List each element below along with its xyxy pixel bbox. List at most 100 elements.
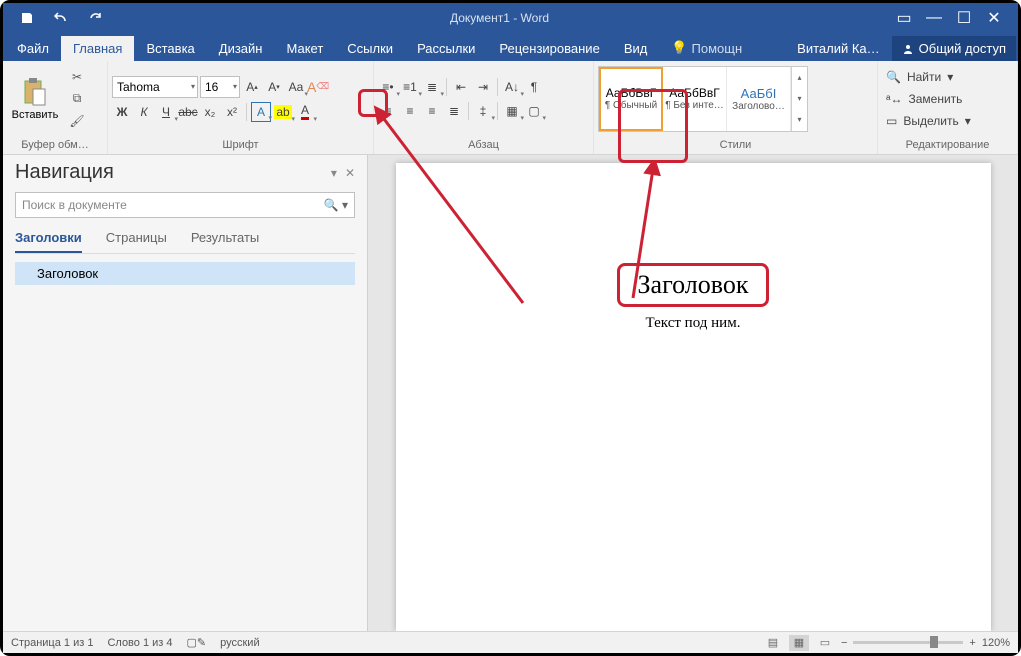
select-button[interactable]: ▭Выделить ▾ [882,111,975,131]
numbering-icon[interactable]: ≡1 [400,77,420,97]
align-left-icon[interactable]: ≡ [378,101,398,121]
select-label: Выделить [903,114,958,128]
nav-tab-results[interactable]: Результаты [191,230,259,253]
tab-design[interactable]: Дизайн [207,36,275,61]
show-marks-icon[interactable]: ¶ [524,77,544,97]
status-words[interactable]: Слово 1 из 4 [107,637,172,649]
status-language[interactable]: русский [220,637,259,649]
ribbon-options-icon[interactable]: ▭ [890,7,918,29]
nav-tab-headings[interactable]: Заголовки [15,230,82,253]
group-clipboard: Вставить ✂ ⧉ 🖌 Буфер обм… [3,61,108,154]
replace-button[interactable]: ᵃ↔Заменить [882,89,975,109]
editing-title: Редактирование [878,136,1017,154]
zoom-value[interactable]: 120% [982,637,1010,649]
minimize-icon[interactable]: — [920,7,948,29]
account-user[interactable]: Виталий Ка… [785,36,892,61]
zoom-in-icon[interactable]: + [969,637,975,649]
redo-icon[interactable] [81,7,109,29]
nav-search-input[interactable]: Поиск в документе 🔍 ▾ [15,192,355,218]
paragraph-title: Абзац [374,136,593,154]
page[interactable]: Заголовок Текст под ним. [396,163,991,631]
style-heading1[interactable]: АаБбІ Заголово… [727,67,791,131]
style-preview: АаБбВвГ [606,86,656,100]
nav-close-icon[interactable]: ✕ [345,166,355,180]
shrink-font-icon[interactable]: A▾ [264,77,284,97]
style-label: ¶ Обычный [605,100,657,111]
nav-tab-pages[interactable]: Страницы [106,230,167,253]
share-label: Общий доступ [919,41,1006,56]
tab-layout[interactable]: Макет [274,36,335,61]
highlight-icon[interactable]: ab [273,102,293,122]
underline-button[interactable]: Ч [156,102,176,122]
tell-me[interactable]: 💡 Помощн [659,35,754,61]
style-preview: АаБбВвГ [669,86,719,100]
paste-icon [22,77,48,107]
group-font: Tahoma▾ 16▾ A▴ A▾ Aa A⌫ Ж К Ч abc x₂ x² … [108,61,374,154]
paste-button[interactable]: Вставить [7,66,63,132]
maximize-icon[interactable]: ☐ [950,7,978,29]
group-editing: 🔍Найти ▾ ᵃ↔Заменить ▭Выделить ▾ Редактир… [878,61,1018,154]
zoom-out-icon[interactable]: − [841,637,847,649]
save-icon[interactable] [13,7,41,29]
view-read-icon[interactable]: ▤ [763,635,783,651]
nav-dropdown-icon[interactable]: ▾ [331,166,337,180]
nav-title: Навигация ▾✕ [15,161,355,184]
justify-icon[interactable]: ≣ [444,101,464,121]
tab-insert[interactable]: Вставка [134,36,206,61]
document-body[interactable]: Текст под ним. [456,315,931,332]
superscript-button[interactable]: x² [222,102,242,122]
cut-icon[interactable]: ✂ [65,67,89,87]
change-case-icon[interactable]: Aa [286,77,306,97]
share-button[interactable]: Общий доступ [892,36,1016,61]
sort-icon[interactable]: A↓ [502,77,522,97]
tab-mailings[interactable]: Рассылки [405,36,487,61]
tab-home[interactable]: Главная [61,36,134,61]
styles-more[interactable]: ▴▾▾ [791,67,807,131]
nav-tree-item[interactable]: Заголовок [15,262,355,285]
bullets-icon[interactable]: ≡• [378,77,398,97]
search-icon[interactable]: 🔍 ▾ [324,198,348,212]
align-right-icon[interactable]: ≡ [422,101,442,121]
font-title: Шрифт [108,136,373,154]
format-painter-icon[interactable]: 🖌 [65,111,89,131]
multilevel-list-icon[interactable]: ≣ [422,77,442,97]
find-label: Найти [907,70,941,84]
find-button[interactable]: 🔍Найти ▾ [882,67,975,87]
subscript-button[interactable]: x₂ [200,102,220,122]
undo-icon[interactable] [47,7,75,29]
tell-me-label: Помощн [692,41,743,56]
tab-file[interactable]: Файл [5,36,61,61]
status-page[interactable]: Страница 1 из 1 [11,637,93,649]
align-center-icon[interactable]: ≡ [400,101,420,121]
tab-view[interactable]: Вид [612,36,660,61]
decrease-indent-icon[interactable]: ⇤ [451,77,471,97]
increase-indent-icon[interactable]: ⇥ [473,77,493,97]
navigation-pane: Навигация ▾✕ Поиск в документе 🔍 ▾ Загол… [3,155,368,631]
tab-references[interactable]: Ссылки [335,36,405,61]
grow-font-icon[interactable]: A▴ [242,77,262,97]
strikethrough-button[interactable]: abc [178,102,198,122]
clipboard-title: Буфер обм… [3,136,107,154]
font-name-combo[interactable]: Tahoma▾ [112,76,198,98]
font-size-combo[interactable]: 16▾ [200,76,240,98]
style-normal[interactable]: АаБбВвГ ¶ Обычный [599,67,663,131]
tab-review[interactable]: Рецензирование [487,36,611,61]
styles-title: Стили [594,136,877,154]
style-no-spacing[interactable]: АаБбВвГ ¶ Без инте… [663,67,727,131]
shading-icon[interactable]: ▦ [502,101,522,121]
text-effects-icon[interactable]: A [251,102,271,122]
bold-button[interactable]: Ж [112,102,132,122]
italic-button[interactable]: К [134,102,154,122]
clear-formatting-icon[interactable]: A⌫ [308,77,328,97]
font-color-icon[interactable]: A [295,102,315,122]
zoom-slider[interactable] [853,641,963,644]
close-icon[interactable]: ✕ [980,7,1008,29]
copy-icon[interactable]: ⧉ [65,89,89,109]
status-bar: Страница 1 из 1 Слово 1 из 4 ▢✎ русский … [3,631,1018,653]
document-heading[interactable]: Заголовок [617,263,770,307]
view-web-icon[interactable]: ▭ [815,635,835,651]
view-print-icon[interactable]: ▦ [789,635,809,651]
borders-icon[interactable]: ▢ [524,101,544,121]
status-proofing-icon[interactable]: ▢✎ [187,636,207,649]
line-spacing-icon[interactable]: ‡ [473,101,493,121]
